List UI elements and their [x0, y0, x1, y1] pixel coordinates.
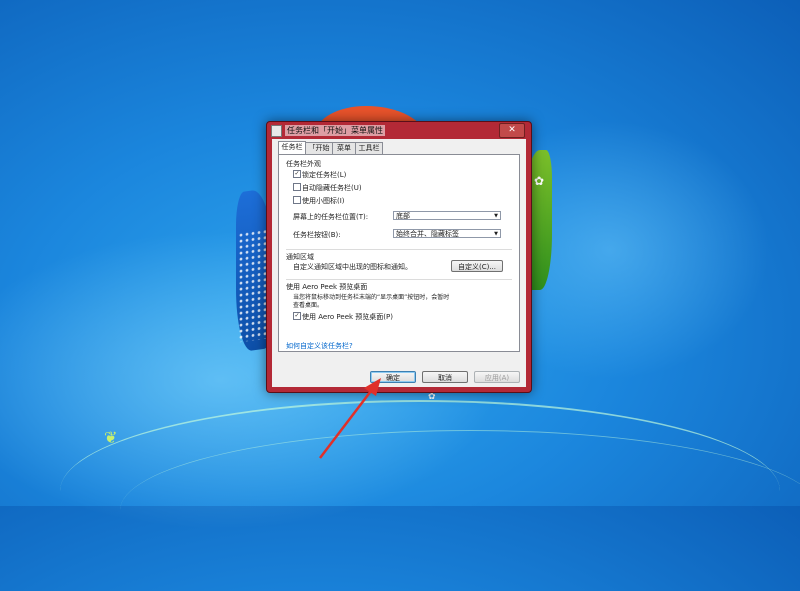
annotation-arrow	[319, 378, 381, 459]
arrow-head-icon	[364, 378, 381, 396]
arrow-shaft	[319, 386, 375, 459]
